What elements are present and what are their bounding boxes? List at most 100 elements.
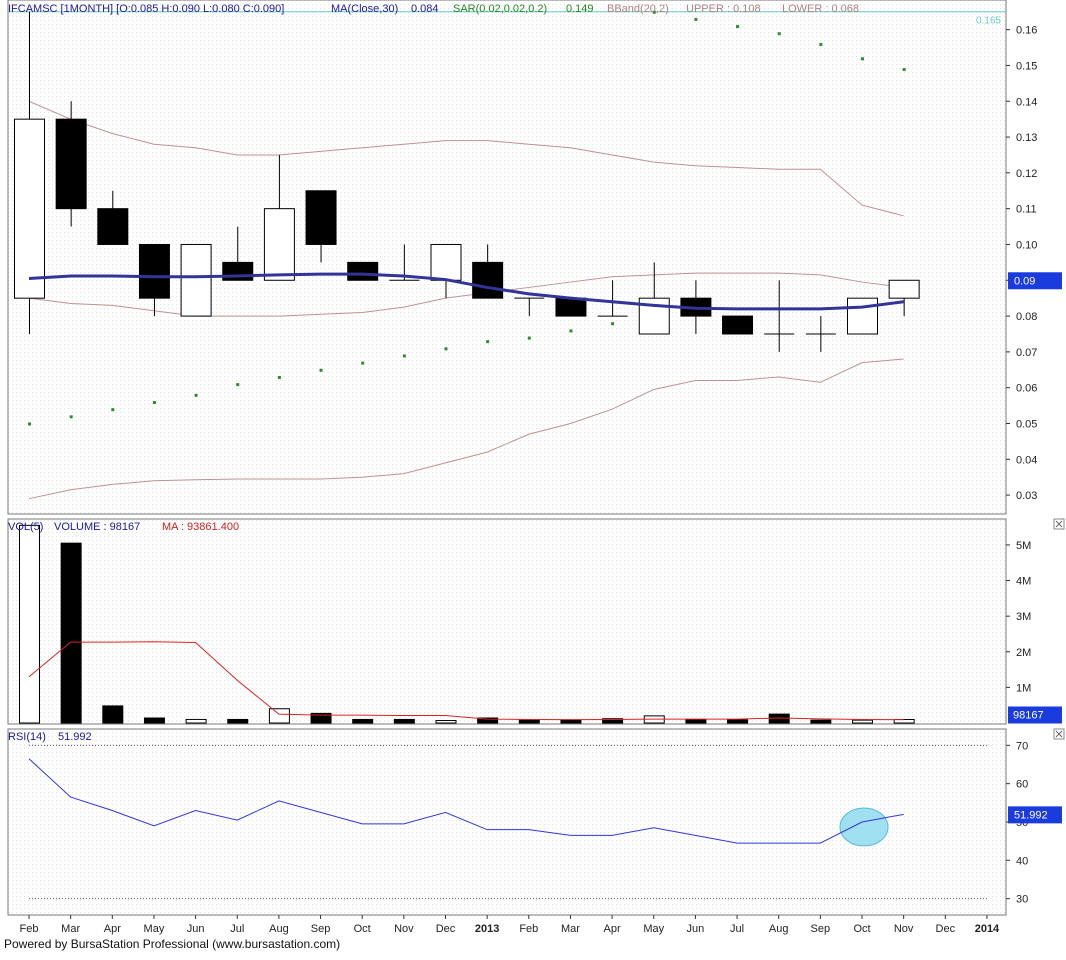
rsi-label: RSI(14) xyxy=(8,731,46,743)
volume-bar xyxy=(185,718,207,724)
candle-up xyxy=(847,297,878,335)
rsi-tick-label: 30 xyxy=(1016,894,1028,906)
last-price-line-label: 0.165 xyxy=(976,16,1001,27)
candle-up xyxy=(263,208,295,281)
x-tick-label: Aug xyxy=(269,923,289,935)
volume-ma-label: MA : 93861.400 xyxy=(162,521,239,533)
sar-point xyxy=(861,57,864,61)
sar-point xyxy=(902,68,906,72)
volume-bar xyxy=(143,717,165,724)
price-tick-label: 0.07 xyxy=(1016,347,1037,359)
volume-bar xyxy=(810,719,832,724)
price-tick-label: 0.04 xyxy=(1016,454,1037,466)
x-tick-label: Nov xyxy=(894,923,914,935)
volume-axis: 1M 2M 3M 4M 5M xyxy=(1006,540,1031,694)
candle-up xyxy=(430,243,462,281)
x-tick-label: Mar xyxy=(61,923,80,935)
price-tick-label: 0.16 xyxy=(1016,25,1037,37)
candle-down xyxy=(138,243,170,299)
price-tick-label: 0.14 xyxy=(1016,96,1037,108)
close-box-icon[interactable] xyxy=(1053,728,1065,740)
candle-down xyxy=(97,208,129,245)
volume-bar xyxy=(518,719,540,724)
candle-up xyxy=(14,118,45,299)
x-tick-label: Oct xyxy=(354,923,371,935)
rsi-panel: 3040506070 RSI(14) 51.992 51.992 xyxy=(7,728,1065,916)
sar-point xyxy=(486,340,490,344)
sar-point xyxy=(694,17,698,21)
volume-badge: 98167 xyxy=(1008,706,1062,724)
volume-bar xyxy=(19,524,40,724)
x-tick-label: Sep xyxy=(811,923,831,935)
rsi-value-label: 51.992 xyxy=(58,731,92,743)
sar-label: SAR(0.02,0.02,0.2) xyxy=(453,3,547,15)
price-tick-label: 0.12 xyxy=(1016,168,1037,180)
price-panel: 0.03 0.04 0.05 0.06 0.07 0.08 0.09 0.10 0.11 0.12… xyxy=(7,0,1062,515)
x-tick-label: Jun xyxy=(687,923,705,935)
x-tick-label: Apr xyxy=(104,923,121,935)
volume-bar xyxy=(60,542,82,724)
volume-tick-label: 5M xyxy=(1016,540,1031,552)
x-tick-label: Sep xyxy=(311,923,331,935)
candle-up xyxy=(888,279,920,299)
x-tick-label: Jul xyxy=(730,923,744,935)
x-tick-label: Dec xyxy=(436,923,456,935)
volume-tick-label: 1M xyxy=(1016,682,1031,694)
chart-stage: 0.03 0.04 0.05 0.06 0.07 0.08 0.09 0.10 0.11 0.12… xyxy=(4,0,1065,951)
bband-upper-label: UPPER : 0.108 xyxy=(686,3,761,15)
x-tick-label: Jun xyxy=(187,923,205,935)
sar-point xyxy=(277,375,281,379)
sar-point xyxy=(611,322,615,326)
volume-bar xyxy=(435,720,457,724)
candle-up xyxy=(180,243,212,317)
x-tick-label: Feb xyxy=(519,923,538,935)
x-tick-label: Mar xyxy=(561,923,580,935)
candle-down xyxy=(472,261,504,299)
sar-point xyxy=(194,393,198,397)
price-tick-label: 0.08 xyxy=(1016,311,1037,323)
last-price-badge-text: 0.09 xyxy=(1014,275,1035,287)
volume-bar xyxy=(393,718,415,724)
volume-tick-label: 4M xyxy=(1016,576,1031,588)
candle-down xyxy=(722,315,754,335)
volume-indicator-label: VOL(5) xyxy=(8,521,43,533)
candle-down xyxy=(555,297,587,317)
volume-bar xyxy=(352,718,374,724)
candle-down xyxy=(55,118,87,210)
price-tick-label: 0.15 xyxy=(1016,60,1037,72)
sar-point xyxy=(444,347,448,351)
x-tick-label: May xyxy=(643,923,664,935)
sar-point xyxy=(361,361,365,365)
volume-bar xyxy=(685,718,707,724)
sar-point xyxy=(527,336,531,340)
bband-label: BBand(20,2) xyxy=(607,3,669,15)
x-axis: Feb Mar Apr May Jun Jul Aug Sep Oct Nov Dec 2013 Feb… xyxy=(20,915,1000,935)
volume-bar xyxy=(227,718,249,724)
ma-label: MA(Close,30) xyxy=(331,3,398,15)
volume-tick-label: 3M xyxy=(1016,611,1031,623)
price-tick-label: 0.03 xyxy=(1016,490,1037,502)
rsi-badge-text: 51.992 xyxy=(1014,809,1048,821)
ma-value: 0.084 xyxy=(411,3,439,15)
price-tick-label: 0.13 xyxy=(1016,132,1037,144)
volume-bar xyxy=(560,719,582,724)
price-tick-label: 0.06 xyxy=(1016,383,1037,395)
rsi-tick-label: 60 xyxy=(1016,779,1028,791)
rsi-tick-label: 70 xyxy=(1016,740,1028,752)
rsi-badge: 51.992 xyxy=(1008,806,1062,824)
volume-tick-label: 2M xyxy=(1016,647,1031,659)
sar-point xyxy=(69,415,73,419)
symbol-ohlc-label: IFCAMSC [1MONTH] [O:0.085 H:0.090 L:0.08… xyxy=(8,3,284,15)
sar-point xyxy=(111,408,115,412)
x-tick-label: Oct xyxy=(853,923,870,935)
price-tick-label: 0.10 xyxy=(1016,239,1037,251)
highlight-ellipse xyxy=(839,807,889,847)
sar-point xyxy=(236,383,240,387)
x-tick-label: Dec xyxy=(936,923,956,935)
x-tick-label: 2014 xyxy=(975,923,1000,935)
volume-header: VOL(5) VOLUME : 98167 MA : 93861.400 xyxy=(8,521,239,533)
close-box-icon[interactable] xyxy=(1053,518,1065,530)
sar-point xyxy=(819,42,823,46)
x-tick-label: Jul xyxy=(230,923,244,935)
x-tick-label: Nov xyxy=(394,923,414,935)
